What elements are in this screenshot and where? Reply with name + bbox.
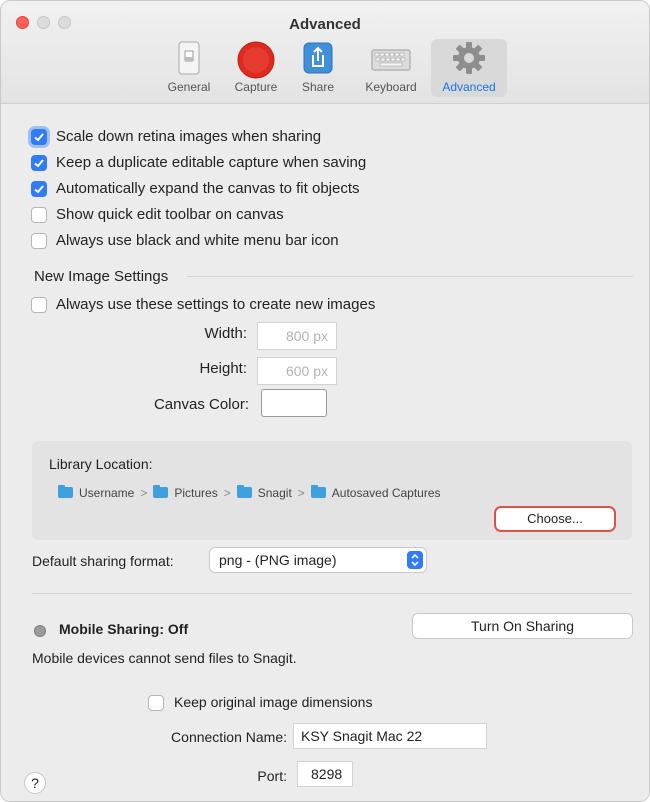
port-label: Port: — [257, 768, 287, 784]
bw-menubar-label: Always use black and white menu bar icon — [56, 232, 339, 249]
tab-general[interactable]: General — [161, 39, 217, 97]
path-segment-pictures: Pictures — [174, 486, 218, 500]
always-use-settings-checkbox[interactable] — [31, 297, 47, 313]
new-image-heading: New Image Settings — [34, 268, 169, 285]
tab-advanced-label: Advanced — [442, 80, 496, 94]
folder-icon — [310, 485, 326, 498]
path-segment-username: Username — [79, 486, 135, 500]
mobile-sharing-status: Mobile Sharing: Off — [59, 621, 189, 637]
switch-icon — [178, 41, 200, 75]
scale-retina-checkbox[interactable] — [31, 129, 47, 145]
keep-duplicate-checkbox[interactable] — [31, 155, 47, 171]
section-divider — [187, 276, 633, 277]
width-label: Width: — [204, 325, 247, 342]
scale-retina-label: Scale down retina images when sharing — [56, 128, 322, 145]
connection-name-label: Connection Name: — [171, 729, 287, 745]
path-separator: > — [297, 486, 305, 500]
port-field[interactable]: 8298 — [297, 761, 353, 787]
tab-capture-label: Capture — [234, 80, 278, 94]
tab-share[interactable]: Share — [293, 39, 343, 97]
help-button[interactable]: ? — [24, 772, 46, 794]
expand-canvas-checkbox[interactable] — [31, 181, 47, 197]
keyboard-icon — [371, 49, 411, 71]
share-icon — [303, 42, 333, 74]
keep-dimensions-checkbox[interactable] — [148, 695, 164, 711]
status-dot-icon — [34, 625, 46, 637]
port-value: 8298 — [311, 766, 343, 782]
mobile-description: Mobile devices cannot send files to Snag… — [32, 650, 297, 666]
folder-icon — [236, 485, 252, 498]
canvas-color-swatch[interactable] — [261, 389, 327, 417]
canvas-color-label: Canvas Color: — [153, 396, 249, 413]
connection-name-value: KSY Snagit Mac 22 — [301, 728, 423, 744]
chevron-updown-icon — [407, 551, 423, 569]
path-separator: > — [223, 486, 231, 500]
tab-capture[interactable]: Capture — [225, 39, 287, 97]
path-separator: > — [140, 486, 148, 500]
always-use-settings-label: Always use these settings to create new … — [56, 296, 376, 313]
window-title: Advanced — [289, 16, 361, 33]
help-icon: ? — [31, 775, 39, 791]
quick-edit-label: Show quick edit toolbar on canvas — [56, 206, 284, 223]
quick-edit-checkbox[interactable] — [31, 207, 47, 223]
section-divider — [32, 593, 632, 594]
turn-on-sharing-button[interactable]: Turn On Sharing — [412, 613, 633, 639]
sharing-format-select[interactable]: png - (PNG image) — [209, 547, 427, 573]
library-path: Username > Pictures > Snagit > Autosaved Captu… — [58, 485, 441, 500]
height-label: Height: — [199, 360, 247, 377]
titlebar: Advanced General Capture Share Keyboard … — [1, 1, 649, 104]
width-field[interactable]: 800 px — [257, 322, 337, 350]
advanced-pane: Scale down retina images when sharing Ke… — [1, 104, 649, 801]
expand-canvas-label: Automatically expand the canvas to fit o… — [56, 180, 360, 197]
folder-icon — [58, 485, 73, 498]
library-location-label: Library Location: — [49, 456, 153, 472]
record-icon — [237, 41, 275, 79]
keep-duplicate-label: Keep a duplicate editable capture when s… — [56, 154, 367, 171]
tab-share-label: Share — [301, 80, 335, 94]
keep-dimensions-label: Keep original image dimensions — [174, 694, 373, 710]
gear-icon — [453, 42, 485, 74]
tab-keyboard[interactable]: Keyboard — [357, 39, 425, 97]
height-field[interactable]: 600 px — [257, 357, 337, 385]
choose-library-button[interactable]: Choose... — [494, 506, 616, 532]
tab-keyboard-label: Keyboard — [365, 80, 417, 94]
folder-icon — [153, 485, 169, 498]
preferences-window: Advanced General Capture Share Keyboard … — [0, 0, 650, 802]
sharing-format-value: png - (PNG image) — [219, 552, 337, 568]
connection-name-field[interactable]: KSY Snagit Mac 22 — [293, 723, 487, 749]
tab-advanced[interactable]: Advanced — [431, 39, 507, 97]
tab-general-label: General — [167, 80, 211, 94]
bw-menubar-checkbox[interactable] — [31, 233, 47, 249]
path-segment-autosaved: Autosaved Captures — [331, 486, 441, 500]
sharing-format-label: Default sharing format: — [32, 553, 174, 569]
library-location-panel: Library Location: Username > Pictures > Snag… — [32, 441, 632, 540]
path-segment-snagit: Snagit — [257, 486, 292, 500]
